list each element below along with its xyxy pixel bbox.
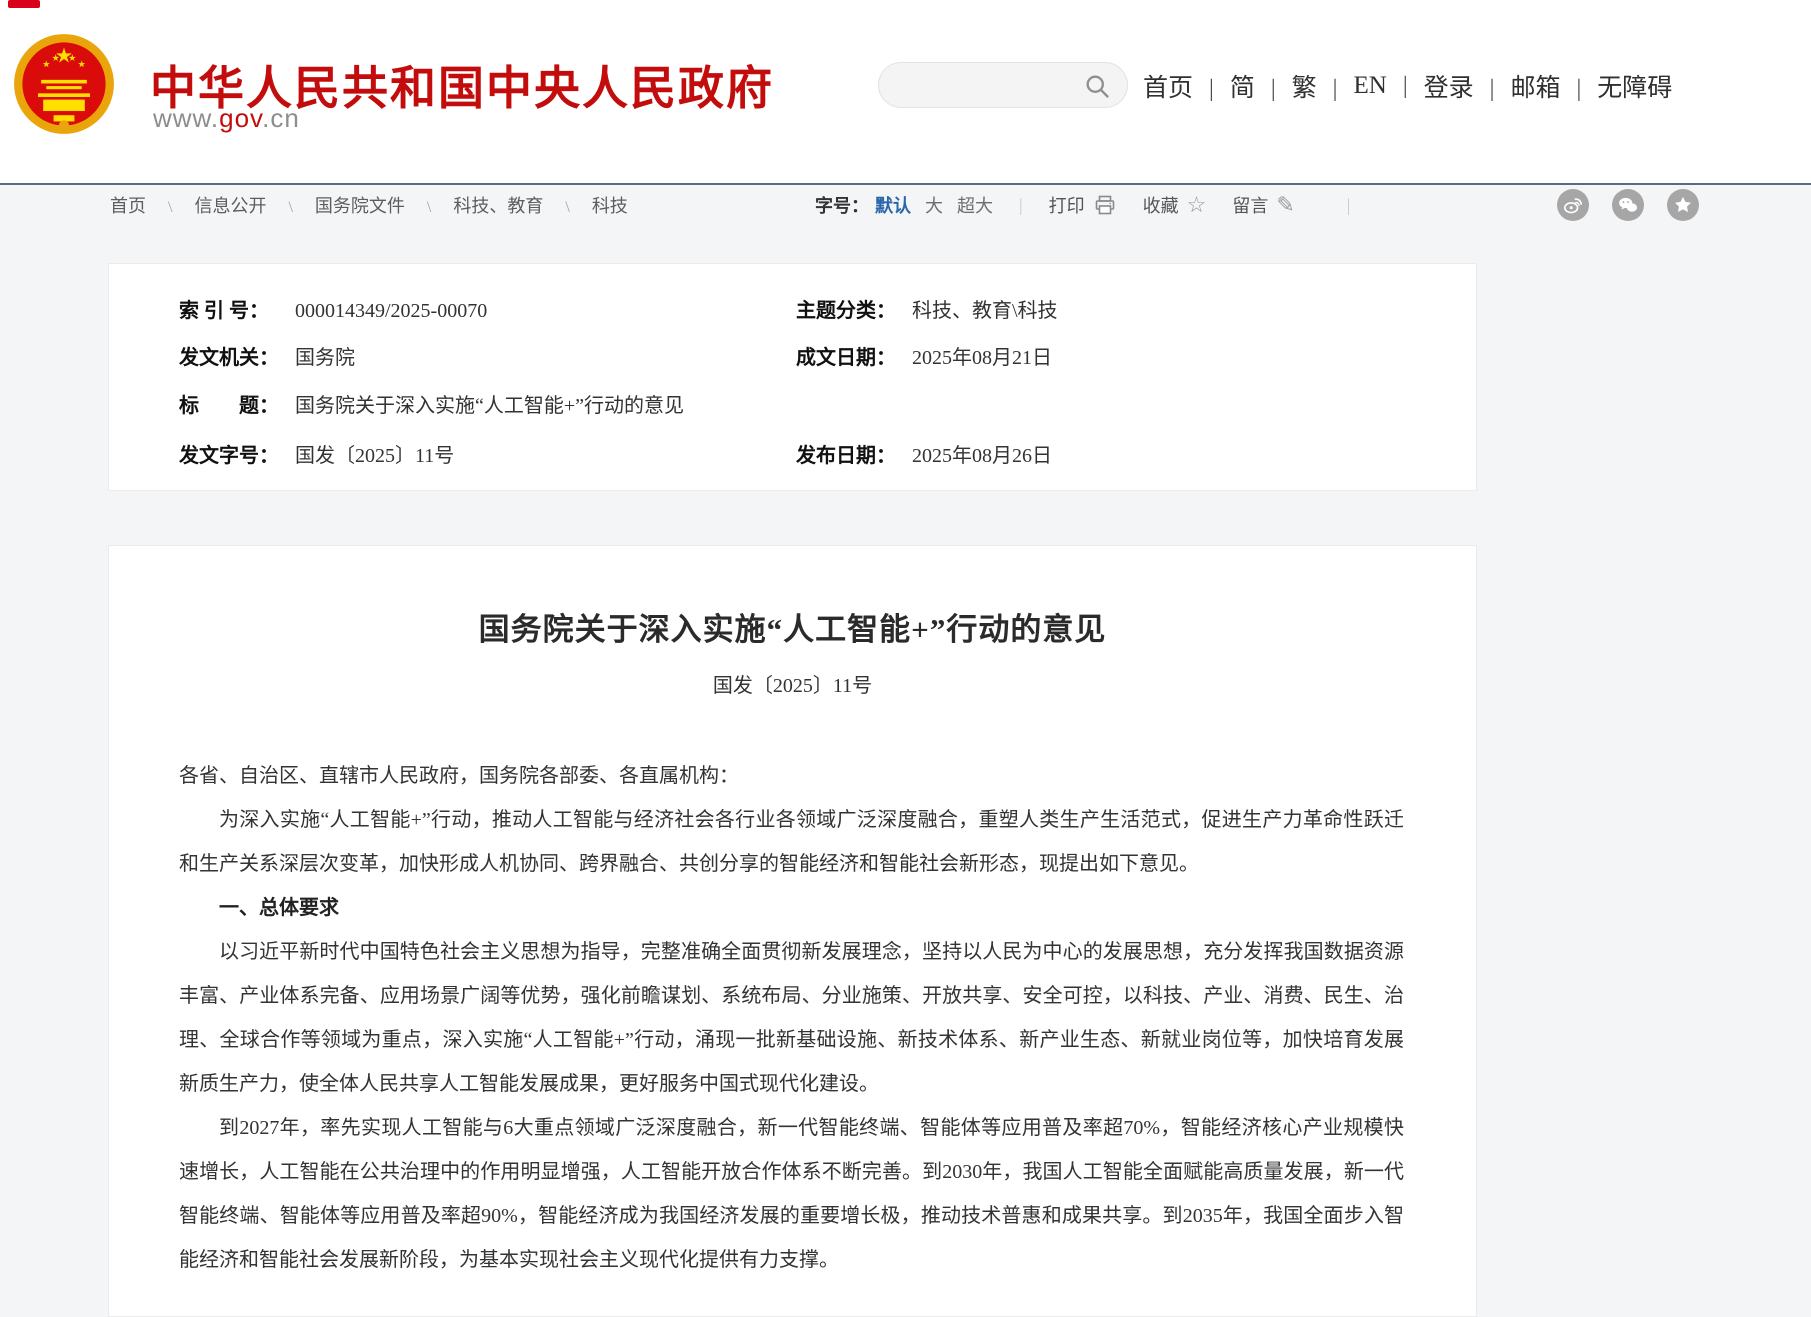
- site-url: www.gov.cn: [153, 103, 300, 134]
- meta-label-index: 索 引 号：: [179, 294, 281, 323]
- article-paragraph-3: 到2027年，率先实现人工智能与6大重点领域广泛深度融合，新一代智能终端、智能体…: [179, 1106, 1404, 1282]
- site-url-cn: .cn: [262, 103, 300, 133]
- breadcrumb-sci[interactable]: 科技: [592, 192, 628, 218]
- meta-value-topic: 科技、教育\科技: [912, 300, 1058, 322]
- meta-label-topic: 主题分类：: [796, 294, 898, 323]
- star-circle-icon: [1672, 194, 1694, 216]
- breadcrumb-home[interactable]: 首页: [110, 192, 194, 218]
- nav-home[interactable]: 首页: [1143, 68, 1230, 104]
- printer-icon: [1093, 193, 1117, 217]
- nav-traditional[interactable]: 繁: [1292, 68, 1354, 104]
- meta-row-date-written: 成文日期： 2025年08月21日: [796, 341, 1052, 370]
- nav-login[interactable]: 登录: [1424, 68, 1511, 104]
- breadcrumb: 首页 信息公开 国务院文件 科技、教育 科技: [110, 192, 628, 218]
- meta-row-date-published: 发布日期： 2025年08月26日: [796, 439, 1052, 468]
- article-section-heading-1: 一、总体要求: [179, 886, 1404, 930]
- search-box: [878, 62, 1128, 108]
- meta-value-date-published: 2025年08月26日: [912, 445, 1052, 467]
- article-paragraph-1: 为深入实施“人工智能+”行动，推动人工智能与经济社会各行业各领域广泛深度融合，重…: [179, 798, 1404, 886]
- meta-row-issuer: 发文机关： 国务院: [179, 341, 355, 370]
- share-more-button[interactable]: [1667, 189, 1699, 221]
- breadcrumb-info-disclosure[interactable]: 信息公开: [194, 192, 314, 218]
- nav-english[interactable]: EN: [1353, 72, 1423, 100]
- pencil-icon: ✎: [1276, 194, 1294, 216]
- meta-row-title: 标 题： 国务院关于深入实施“人工智能+”行动的意见: [179, 389, 684, 418]
- article-salutation: 各省、自治区、直辖市人民政府，国务院各部委、各直属机构：: [179, 754, 1404, 798]
- comment-label: 留言: [1232, 192, 1268, 218]
- article-title: 国务院关于深入实施“人工智能+”行动的意见: [109, 604, 1476, 649]
- font-size-default-button[interactable]: 默认: [875, 192, 911, 218]
- nav-accessibility[interactable]: 无障碍: [1597, 68, 1672, 104]
- top-nav: 首页 简 繁 EN 登录 邮箱 无障碍: [1143, 68, 1672, 104]
- meta-label-issuer: 发文机关：: [179, 341, 281, 370]
- article-toolbar: 字号： 默认 大 超大 | 打印 收藏 ☆ 留言 ✎ |: [815, 192, 1376, 218]
- nav-simplified[interactable]: 简: [1230, 68, 1292, 104]
- share-wechat-button[interactable]: [1612, 189, 1644, 221]
- comment-button[interactable]: 留言 ✎: [1232, 192, 1294, 218]
- site-url-gov: gov: [219, 103, 262, 133]
- article-box: 国务院关于深入实施“人工智能+”行动的意见 国发〔2025〕11号 各省、自治区…: [108, 545, 1477, 1317]
- star-icon: ☆: [1187, 194, 1207, 216]
- meta-row-topic: 主题分类： 科技、教育\科技: [796, 294, 1058, 323]
- article-paragraph-2: 以习近平新时代中国特色社会主义思想为指导，完整准确全面贯彻新发展理念，坚持以人民…: [179, 930, 1404, 1106]
- meta-value-issuer: 国务院: [295, 347, 355, 369]
- meta-row-docno: 发文字号： 国发〔2025〕11号: [179, 439, 454, 468]
- toolbar-divider: |: [1019, 195, 1023, 216]
- national-emblem-icon: [12, 32, 116, 136]
- font-size-label: 字号：: [815, 192, 869, 218]
- breadcrumb-state-council-docs[interactable]: 国务院文件: [315, 192, 453, 218]
- document-meta-box: 索 引 号： 000014349/2025-00070 发文机关： 国务院 标 题：…: [108, 263, 1477, 491]
- article-body: 各省、自治区、直辖市人民政府，国务院各部委、各直属机构： 为深入实施“人工智能+…: [179, 754, 1404, 1282]
- meta-label-docno: 发文字号：: [179, 439, 281, 468]
- favorite-button[interactable]: 收藏 ☆: [1143, 192, 1207, 218]
- weibo-icon: [1562, 194, 1584, 216]
- search-icon[interactable]: [1083, 72, 1111, 100]
- meta-value-title: 国务院关于深入实施“人工智能+”行动的意见: [295, 395, 684, 417]
- wechat-icon: [1617, 194, 1639, 216]
- font-size-xlarge-button[interactable]: 超大: [957, 192, 993, 218]
- meta-value-docno: 国发〔2025〕11号: [295, 445, 454, 467]
- search-input[interactable]: [897, 67, 1077, 103]
- meta-label-date-written: 成文日期：: [796, 341, 898, 370]
- font-size-large-button[interactable]: 大: [925, 192, 943, 218]
- meta-row-index: 索 引 号： 000014349/2025-00070: [179, 294, 487, 323]
- meta-value-date-written: 2025年08月21日: [912, 347, 1052, 369]
- toolbar-divider: |: [1347, 195, 1351, 216]
- site-url-www: www.: [153, 103, 219, 133]
- share-weibo-button[interactable]: [1557, 189, 1589, 221]
- print-button[interactable]: 打印: [1049, 192, 1117, 218]
- favorite-label: 收藏: [1143, 192, 1179, 218]
- meta-label-title: 标 题：: [179, 389, 281, 418]
- nav-mail[interactable]: 邮箱: [1510, 68, 1597, 104]
- meta-label-date-published: 发布日期：: [796, 439, 898, 468]
- print-label: 打印: [1049, 192, 1085, 218]
- article-doc-number: 国发〔2025〕11号: [109, 669, 1476, 698]
- meta-value-index: 000014349/2025-00070: [295, 300, 487, 322]
- top-red-mark: [8, 0, 40, 8]
- breadcrumb-sci-edu[interactable]: 科技、教育: [453, 192, 591, 218]
- page: 中华人民共和国中央人民政府 www.gov.cn 首页 简 繁 EN 登录 邮箱…: [0, 0, 1811, 1317]
